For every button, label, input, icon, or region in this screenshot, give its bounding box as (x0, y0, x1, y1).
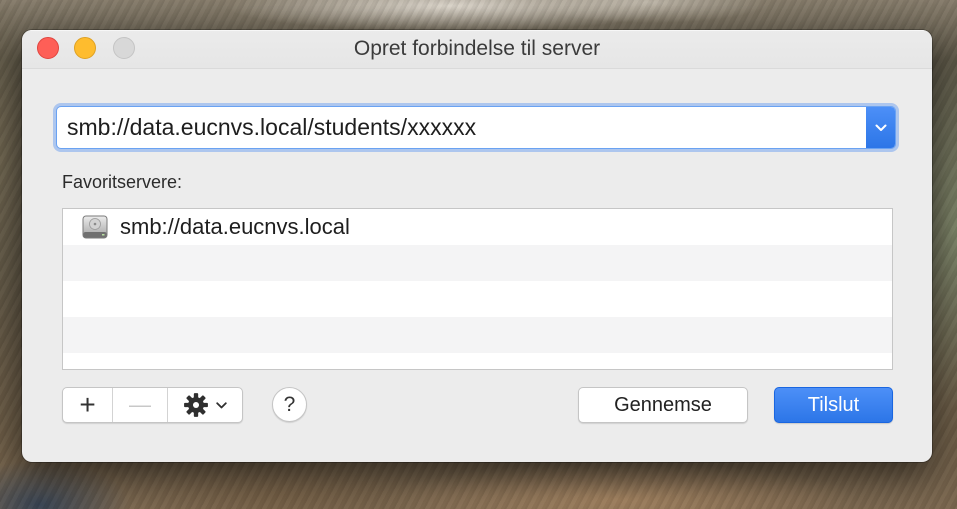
title-bar: Opret forbindelse til server (22, 30, 932, 69)
favorite-server-item[interactable]: smb://data.eucnvs.local (63, 209, 892, 245)
browse-button[interactable]: Gennemse (578, 387, 748, 423)
list-empty-row (63, 245, 892, 281)
recent-servers-dropdown-button[interactable] (866, 107, 895, 148)
server-address-input[interactable] (57, 107, 866, 148)
favorite-server-label: smb://data.eucnvs.local (120, 214, 350, 239)
list-empty-row (63, 281, 892, 317)
chevron-down-icon (216, 401, 227, 409)
favorite-servers-list: smb://data.eucnvs.local (62, 208, 893, 370)
gear-icon (183, 392, 209, 418)
window-title: Opret forbindelse til server (353, 37, 601, 60)
action-menu-button[interactable] (168, 388, 242, 422)
connect-button[interactable]: Tilslut (774, 387, 893, 423)
favorites-segmented-control: + — (62, 387, 243, 423)
zoom-button (113, 37, 135, 59)
add-favorite-button[interactable]: + (63, 388, 113, 422)
server-address-combobox (57, 107, 895, 148)
list-empty-row (63, 317, 892, 353)
help-button[interactable]: ? (272, 387, 307, 422)
minimize-button[interactable] (74, 37, 96, 59)
chevron-down-icon (875, 124, 887, 132)
connect-to-server-dialog: Opret forbindelse til server Favoritserv… (22, 30, 932, 462)
list-empty-row (63, 353, 892, 369)
hard-drive-icon (82, 215, 108, 239)
remove-favorite-button: — (113, 388, 168, 422)
close-button[interactable] (37, 37, 59, 59)
favorite-servers-label: Favoritservere: (62, 172, 183, 192)
